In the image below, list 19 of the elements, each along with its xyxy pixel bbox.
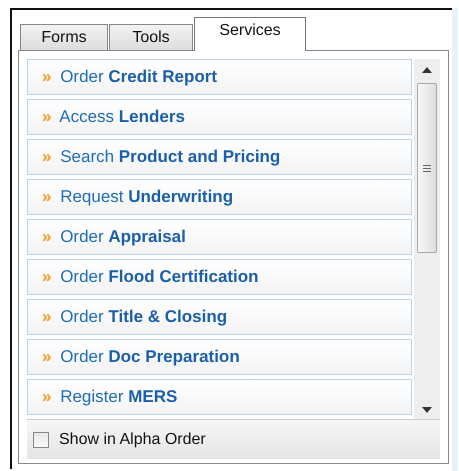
service-link[interactable]: » Search Product and Pricing [27,139,412,175]
grip-icon [423,164,432,172]
tab[interactable]: Services [194,17,306,51]
service-link[interactable]: » Register MERS [27,379,412,415]
service-link[interactable]: » Request Underwriting [27,179,412,215]
service-link[interactable]: » Order Appraisal [27,219,412,255]
service-link[interactable]: » Order Title & Closing [27,299,412,335]
scroll-up-icon[interactable] [422,67,432,73]
service-link[interactable]: » Order Credit Report [27,59,412,95]
tab[interactable]: Tools [109,24,193,50]
scrollbar[interactable] [414,59,440,419]
scroll-thumb[interactable] [417,83,438,253]
scroll-down-icon[interactable] [422,407,432,413]
service-link[interactable]: » Order Flood Certification [27,259,412,295]
tab[interactable]: Forms [20,24,108,50]
service-link[interactable]: » Access Lenders [27,99,412,135]
checkbox[interactable] [33,432,49,448]
service-link[interactable]: » Order Doc Preparation [27,339,412,375]
checkbox-label[interactable]: Show in Alpha Order [59,430,206,448]
